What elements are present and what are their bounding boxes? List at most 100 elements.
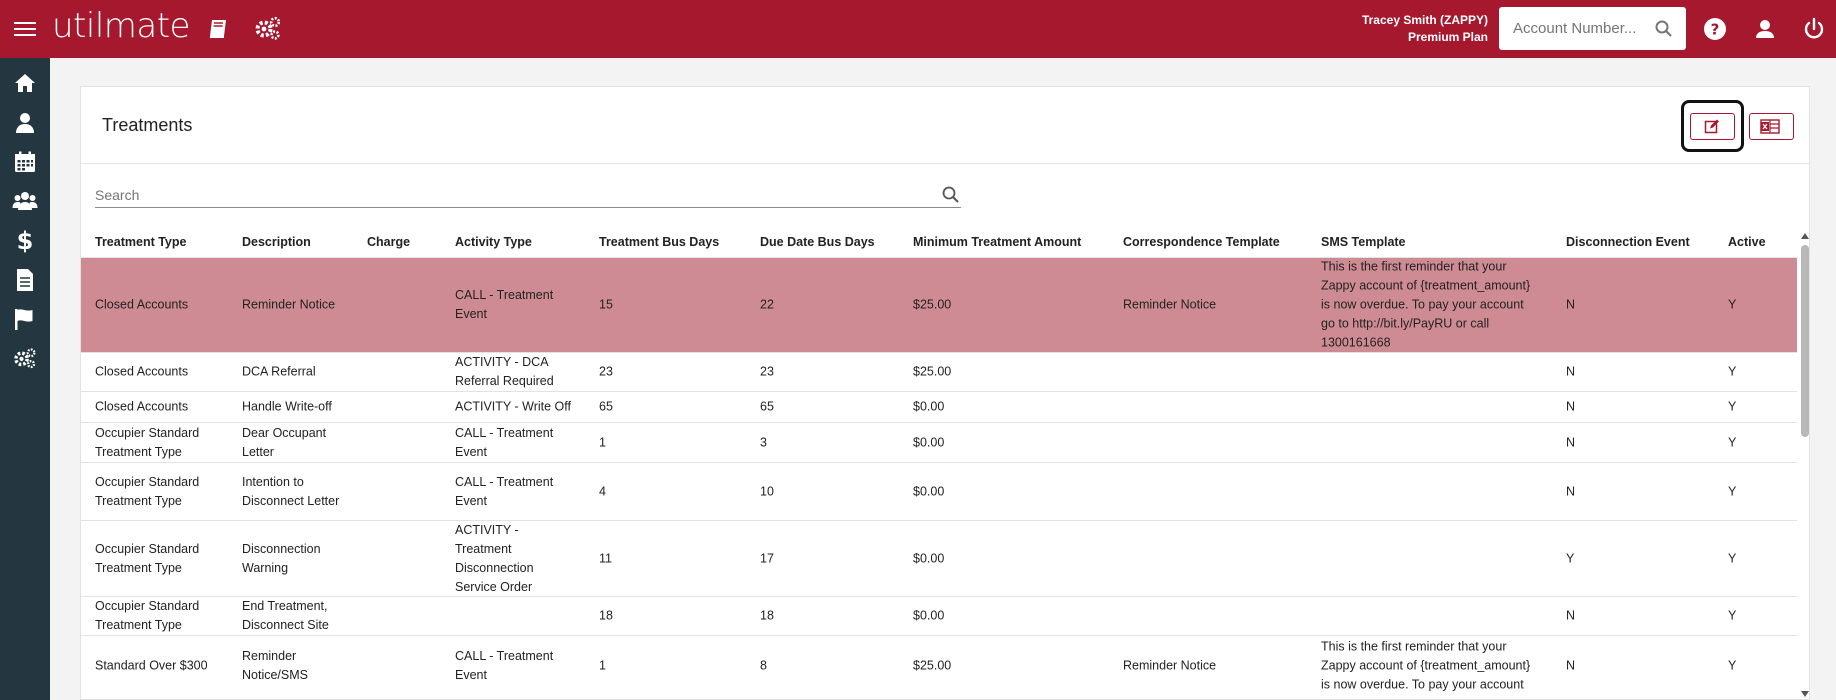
cell-active: Y: [1728, 658, 1737, 672]
column-header-treatment-type[interactable]: Treatment Type: [95, 235, 186, 249]
edit-button[interactable]: [1690, 113, 1735, 140]
cell-active: Y: [1728, 484, 1737, 498]
column-header-disconnection-event[interactable]: Disconnection Event: [1566, 235, 1690, 249]
cell-treatment-bus-days: 4: [599, 484, 606, 498]
cell-due-date-bus-days: 65: [760, 399, 774, 414]
column-header-charge[interactable]: Charge: [367, 235, 410, 249]
cell-treatment-bus-days: 15: [599, 297, 613, 312]
column-header-correspondence-template[interactable]: Correspondence Template: [1123, 235, 1280, 249]
account-search: [1499, 7, 1686, 50]
cell-correspondence-template: Reminder Notice: [1123, 658, 1217, 672]
export-excel-button[interactable]: [1749, 113, 1794, 140]
column-header-min-treatment-amount[interactable]: Minimum Treatment Amount: [913, 235, 1081, 249]
treatments-table: Treatment Type Description Charge Activity …: [81, 227, 1797, 695]
users-icon[interactable]: [12, 188, 38, 214]
search-icon[interactable]: [941, 185, 961, 205]
user-info[interactable]: Tracey Smith (ZAPPY) Premium Plan: [1362, 12, 1488, 46]
column-header-activity-type[interactable]: Activity Type: [455, 235, 532, 249]
table-row[interactable]: Closed Accounts Handle Write-off ACTIVITY …: [81, 391, 1797, 422]
cell-due-date-bus-days: 22: [760, 297, 774, 312]
cell-treatment-type: Closed Accounts: [95, 364, 189, 379]
table-row[interactable]: Occupier Standard Treatment Type Intentio…: [81, 462, 1797, 520]
cell-disconnection-event: N: [1566, 297, 1576, 312]
cell-activity-type: CALL - Treatment Event: [455, 288, 554, 321]
book-icon[interactable]: [205, 14, 233, 42]
cell-description: Handle Write-off: [242, 399, 332, 414]
sidebar: $: [0, 58, 50, 700]
cogs-icon[interactable]: [12, 345, 38, 371]
document-icon[interactable]: [12, 267, 38, 293]
cell-description: DCA Referral: [242, 364, 316, 379]
cell-description: Disconnection Warning: [242, 541, 321, 575]
scroll-down-arrow[interactable]: [1801, 691, 1809, 697]
scroll-thumb[interactable]: [1801, 245, 1809, 437]
user-plan: Premium Plan: [1407, 30, 1488, 44]
cell-disconnection-event: N: [1566, 608, 1576, 623]
search-icon[interactable]: [1654, 19, 1674, 39]
cell-min-treatment-amount: $0.00: [913, 551, 945, 565]
cogs-icon[interactable]: [253, 14, 281, 42]
table-row[interactable]: Closed Accounts DCA Referral ACTIVITY - DC…: [81, 352, 1797, 391]
cell-treatment-type: Standard Over $300: [95, 658, 208, 672]
cell-min-treatment-amount: $0.00: [913, 399, 945, 414]
cell-description: Intention to Disconnect Letter: [242, 474, 340, 508]
cell-due-date-bus-days: 8: [760, 658, 767, 672]
svg-text:$: $: [17, 227, 34, 253]
table-row[interactable]: Occupier Standard Treatment Type Disconne…: [81, 520, 1797, 596]
cell-sms-template: This is the first reminder that your Zap…: [1321, 259, 1531, 350]
cell-due-date-bus-days: 18: [760, 608, 774, 623]
svg-text:?: ?: [1711, 21, 1720, 39]
cell-active: Y: [1728, 608, 1737, 623]
table-body: Closed Accounts Reminder Notice CALL - Tre…: [81, 257, 1797, 695]
cell-treatment-type: Occupier Standard Treatment Type: [95, 425, 200, 459]
cell-due-date-bus-days: 17: [760, 551, 774, 565]
flag-icon[interactable]: [12, 306, 38, 332]
column-header-description[interactable]: Description: [242, 235, 311, 249]
cell-active: Y: [1728, 297, 1737, 312]
cell-min-treatment-amount: $0.00: [913, 435, 945, 449]
cell-min-treatment-amount: $25.00: [913, 658, 952, 672]
cell-activity-type: ACTIVITY - DCA Referral Required: [455, 355, 554, 388]
column-header-due-date-bus-days[interactable]: Due Date Bus Days: [760, 235, 875, 249]
table-row[interactable]: Occupier Standard Treatment Type Dear Occ…: [81, 422, 1797, 462]
user-icon[interactable]: [1752, 16, 1778, 42]
column-header-treatment-bus-days[interactable]: Treatment Bus Days: [599, 235, 719, 249]
cell-description: Dear Occupant Letter: [242, 425, 327, 459]
cell-correspondence-template: Reminder Notice: [1123, 297, 1217, 312]
home-icon[interactable]: [12, 70, 38, 96]
cell-active: Y: [1728, 551, 1737, 565]
menu-icon[interactable]: [14, 18, 36, 38]
cell-activity-type: CALL - Treatment Event: [455, 648, 554, 682]
logo[interactable]: utilmate: [52, 6, 190, 46]
power-icon[interactable]: [1801, 16, 1827, 42]
page-title: Treatments: [102, 115, 193, 135]
search-input[interactable]: [95, 183, 915, 207]
dollar-icon[interactable]: $: [12, 227, 38, 255]
cell-treatment-type: Closed Accounts: [95, 297, 189, 312]
cell-disconnection-event: Y: [1566, 551, 1575, 565]
cell-description: End Treatment, Disconnect Site: [242, 599, 329, 632]
cell-min-treatment-amount: $25.00: [913, 364, 952, 379]
cell-due-date-bus-days: 10: [760, 484, 774, 498]
help-icon[interactable]: ?: [1702, 16, 1728, 42]
top-bar: utilmate Tracey Smith (ZAPPY) Premium Pl…: [0, 0, 1836, 58]
column-header-sms-template[interactable]: SMS Template: [1321, 235, 1406, 249]
person-icon[interactable]: [12, 110, 38, 136]
cell-treatment-type: Closed Accounts: [95, 399, 189, 414]
cell-activity-type: ACTIVITY - Treatment Disconnection Servi…: [455, 522, 534, 594]
table-row[interactable]: Standard Over $300 Reminder Notice/SMS CAL…: [81, 635, 1797, 695]
cell-disconnection-event: N: [1566, 364, 1576, 379]
table-search: [95, 183, 961, 208]
table-row[interactable]: Occupier Standard Treatment Type End Trea…: [81, 596, 1797, 635]
calendar-icon[interactable]: [12, 149, 38, 175]
table-row[interactable]: Closed Accounts Reminder Notice CALL - Tre…: [81, 257, 1797, 352]
column-header-active[interactable]: Active: [1728, 235, 1766, 249]
table-scrollbar[interactable]: [1800, 227, 1810, 700]
cell-due-date-bus-days: 23: [760, 364, 774, 379]
scroll-up-arrow[interactable]: [1801, 233, 1809, 239]
table-header: Treatment Type Description Charge Activity …: [81, 227, 1797, 257]
account-number-input[interactable]: [1499, 7, 1649, 50]
card-header: Treatments: [81, 87, 1809, 164]
cell-treatment-bus-days: 23: [599, 364, 613, 379]
user-name: Tracey Smith (ZAPPY): [1361, 13, 1488, 27]
